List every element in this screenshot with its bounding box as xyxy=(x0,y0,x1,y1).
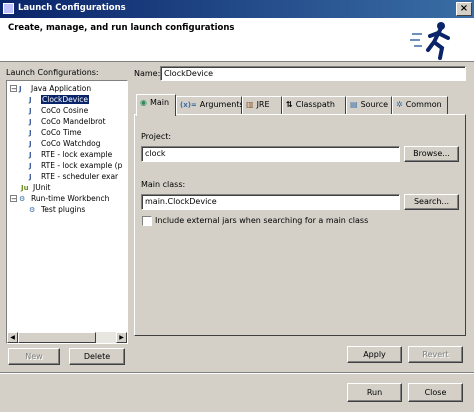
tab-label: Classpath xyxy=(295,100,335,109)
tab-label: Arguments xyxy=(199,100,244,109)
tree-item-coco-mandelbrot[interactable]: J CoCo Mandelbrot xyxy=(29,116,106,127)
name-input[interactable]: ClockDevice xyxy=(160,66,466,81)
tree-item-label: RTE - scheduler exar xyxy=(41,172,119,181)
run-button[interactable]: Run xyxy=(347,383,402,402)
main-class-label: Main class: xyxy=(141,180,186,189)
tree-item-junit[interactable]: Ju JUnit xyxy=(21,182,50,193)
apply-button[interactable]: Apply xyxy=(347,346,402,363)
launch-configurations-label: Launch Configurations: xyxy=(6,68,99,77)
title-bar: Launch Configurations xyxy=(0,0,474,18)
tree-item-label: RTE - lock example xyxy=(41,150,113,159)
main-class-input[interactable]: main.ClockDevice xyxy=(141,194,400,210)
tree-item-label: CoCo Watchdog xyxy=(41,139,101,148)
tree-item-label: JUnit xyxy=(33,183,51,192)
plugin-icon: ⚙ xyxy=(29,206,36,214)
arguments-icon: (x)= xyxy=(180,101,197,109)
header-title: Create, manage, and run launch configura… xyxy=(8,23,235,33)
new-button[interactable]: New xyxy=(8,348,60,365)
close-window-button[interactable]: × xyxy=(456,2,472,16)
tree-item-coco-watchdog[interactable]: J CoCo Watchdog xyxy=(29,138,101,149)
project-label: Project: xyxy=(141,132,172,141)
tree-item-clockdevice[interactable]: J ClockDevice xyxy=(29,94,90,105)
footer-separator xyxy=(0,372,474,374)
tree-item-coco-cosine[interactable]: J CoCo Cosine xyxy=(29,105,88,116)
scroll-right-icon[interactable]: ▶ xyxy=(116,332,127,343)
tree-item-label: Run-time Workbench xyxy=(31,194,110,203)
tree-item-test-plugins[interactable]: ⚙ Test plugins xyxy=(29,204,85,215)
tree-item-label: RTE - lock example (p xyxy=(41,161,123,170)
project-input[interactable]: clock xyxy=(141,146,400,162)
search-button[interactable]: Search... xyxy=(404,194,459,210)
tab-arguments[interactable]: (x)= Arguments xyxy=(176,96,244,114)
configuration-tree[interactable]: − J Java Application J ClockDevice J CoCo Co… xyxy=(6,80,128,344)
tab-label: Main xyxy=(149,98,170,107)
tree-item-java-application[interactable]: − J Java Application xyxy=(10,83,91,94)
include-external-jars-label: Include external jars when searching for… xyxy=(155,216,369,225)
tree-item-label: CoCo Cosine xyxy=(41,106,89,115)
source-icon: ▤ xyxy=(350,100,358,109)
classpath-icon: ⇅ xyxy=(286,100,293,109)
tree-item-coco-time[interactable]: J CoCo Time xyxy=(29,127,81,138)
tree-item-label: Test plugins xyxy=(41,205,86,214)
close-button[interactable]: Close xyxy=(408,383,463,402)
tree-item-label: ClockDevice xyxy=(41,95,90,104)
scroll-thumb[interactable] xyxy=(18,332,96,343)
tab-jre[interactable]: ▥ JRE xyxy=(242,96,282,114)
tree-item-runtime-workbench[interactable]: − ⚙ Run-time Workbench xyxy=(10,193,109,204)
name-label: Name: xyxy=(134,69,161,78)
tree-item-label: CoCo Time xyxy=(41,128,82,137)
tree-item-rte-lock-example-p[interactable]: J RTE - lock example (p xyxy=(29,160,122,171)
common-icon: ✲ xyxy=(396,100,403,109)
running-man-icon xyxy=(410,22,450,60)
browse-button[interactable]: Browse... xyxy=(404,146,459,162)
jre-icon: ▥ xyxy=(246,100,254,109)
collapse-icon[interactable]: − xyxy=(10,195,17,203)
main-tab-icon: ◉ xyxy=(140,98,147,107)
scroll-left-icon[interactable]: ◀ xyxy=(7,332,18,343)
revert-button[interactable]: Revert xyxy=(408,346,463,363)
delete-button[interactable]: Delete xyxy=(69,348,125,365)
tree-item-label: Java Application xyxy=(31,84,92,93)
tab-classpath[interactable]: ⇅ Classpath xyxy=(282,96,346,114)
tab-source[interactable]: ▤ Source xyxy=(346,96,392,114)
tree-item-rte-lock-example[interactable]: J RTE - lock example xyxy=(29,149,112,160)
tab-label: Common xyxy=(405,100,442,109)
tab-label: JRE xyxy=(256,100,270,109)
tab-common[interactable]: ✲ Common xyxy=(392,96,448,114)
tree-horizontal-scrollbar[interactable]: ◀ ▶ xyxy=(7,332,127,343)
tree-item-rte-scheduler-example[interactable]: J RTE - scheduler exar xyxy=(29,171,118,182)
collapse-icon[interactable]: − xyxy=(10,85,17,93)
app-icon xyxy=(3,3,14,14)
window-title: Launch Configurations xyxy=(18,3,126,13)
include-external-jars-checkbox[interactable] xyxy=(142,216,152,226)
tab-main[interactable]: ◉ Main xyxy=(136,94,176,116)
tree-item-label: CoCo Mandelbrot xyxy=(41,117,106,126)
tab-label: Source xyxy=(360,100,389,109)
